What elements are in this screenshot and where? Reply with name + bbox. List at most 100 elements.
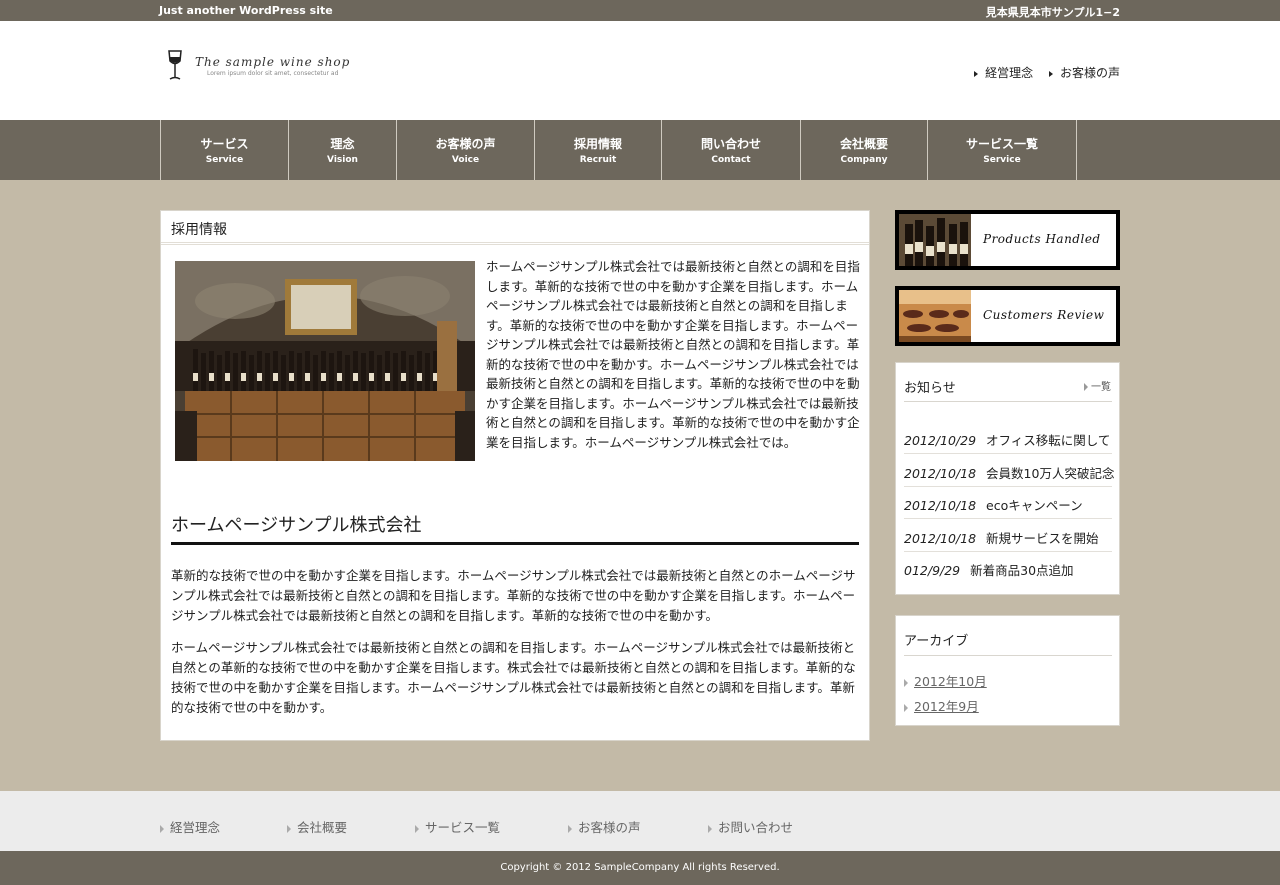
wine-rack-thumbnail <box>899 290 971 342</box>
nav-item-service-list[interactable]: サービス一覧 Service <box>927 120 1077 180</box>
archive-link[interactable]: 2012年9月 <box>904 696 979 715</box>
footer-link-label: お問い合わせ <box>718 820 794 835</box>
news-text: オフィス移転に関して <box>986 433 1111 448</box>
banner-label: Customers Review <box>983 308 1105 322</box>
wine-bottles-thumbnail <box>899 214 971 266</box>
divider <box>904 401 1112 402</box>
banner-products-handled[interactable]: Products Handled <box>895 210 1120 270</box>
news-date: 2012/10/18 <box>904 498 977 513</box>
body-paragraph: ホームページサンプル株式会社では最新技術と自然との調和を目指します。ホームページ… <box>171 640 856 715</box>
nav-item-company[interactable]: 会社概要 Company <box>800 120 927 180</box>
nav-item-service[interactable]: サービス Service <box>160 120 288 180</box>
section-heading: ホームページサンプル株式会社 <box>171 511 859 545</box>
intro-text: ホームページサンプル株式会社では最新技術と自然との調和を目指します。革新的な技術… <box>486 259 860 450</box>
chevron-right-icon <box>160 824 164 833</box>
nav-label: サービス <box>200 137 249 151</box>
footer-link-voice[interactable]: お客様の声 <box>568 817 641 836</box>
footer-link-company[interactable]: 会社概要 <box>287 817 347 836</box>
logo-subtitle: Lorem ipsum dolor sit amet, consectetur … <box>207 70 339 77</box>
footer-nav: 経営理念 会社概要 サービス一覧 お客様の声 お問い合わせ <box>0 791 1280 851</box>
chevron-right-icon <box>708 824 712 833</box>
wine-cellar-image <box>175 261 475 461</box>
wine-cellar-illustration <box>175 261 475 461</box>
nav-label: お客様の声 <box>435 137 496 151</box>
footer-link-service-list[interactable]: サービス一覧 <box>415 817 500 836</box>
nav-sublabel: Recruit <box>579 155 617 165</box>
nav-sublabel: Voice <box>451 155 480 165</box>
nav-item-voice[interactable]: お客様の声 Voice <box>396 120 534 180</box>
news-item[interactable]: 2012/10/18 会員数10万人突破記念 <box>904 455 1115 487</box>
news-text: 会員数10万人突破記念 <box>986 466 1115 481</box>
arrow-right-icon <box>1048 70 1053 77</box>
chevron-right-icon <box>1084 383 1088 391</box>
news-date: 2012/10/18 <box>904 466 977 481</box>
archive-link[interactable]: 2012年10月 <box>904 671 987 690</box>
nav-sublabel: Contact <box>711 155 751 165</box>
news-item[interactable]: 012/9/29 新着商品30点追加 <box>904 552 1112 584</box>
footer-link-label: サービス一覧 <box>425 820 501 835</box>
chevron-right-icon <box>415 824 419 833</box>
archive-widget: アーカイブ 2012年10月 2012年9月 <box>895 615 1120 726</box>
news-item[interactable]: 2012/10/29 オフィス移転に関して <box>904 422 1112 454</box>
chevron-right-icon <box>287 824 291 833</box>
nav-sublabel: Vision <box>327 155 358 165</box>
archive-title: アーカイブ <box>904 634 969 649</box>
footer-link-label: 経営理念 <box>170 820 221 835</box>
news-date: 2012/10/29 <box>904 433 977 448</box>
nav-item-recruit[interactable]: 採用情報 Recruit <box>534 120 661 180</box>
news-more-label: 一覧 <box>1091 382 1111 393</box>
logo-shop-name: The sample wine shop <box>195 55 351 69</box>
copyright: Copyright © 2012 SampleCompany All right… <box>0 851 1280 885</box>
nav-label: 会社概要 <box>839 137 888 151</box>
site-tagline: Just another WordPress site <box>159 4 333 17</box>
divider <box>904 655 1112 656</box>
nav-label: 採用情報 <box>573 137 622 151</box>
main-content: 採用情報 ホームページサンプル株式会社では最新技術と自然との調和を目指します。革… <box>160 210 870 741</box>
chevron-right-icon <box>904 678 908 687</box>
footer-link-contact[interactable]: お問い合わせ <box>708 817 793 836</box>
archive-label: 2012年10月 <box>914 674 987 689</box>
footer-link-label: 会社概要 <box>297 820 348 835</box>
site-header: The sample wine shop Lorem ipsum dolor s… <box>0 21 1280 120</box>
chevron-right-icon <box>568 824 572 833</box>
news-item[interactable]: 2012/10/18 ecoキャンペーン <box>904 487 1112 519</box>
chevron-right-icon <box>904 703 908 712</box>
header-link-philosophy[interactable]: 経営理念 <box>974 64 1033 81</box>
page-title: 採用情報 <box>161 211 869 245</box>
nav-label: 問い合わせ <box>700 137 761 151</box>
footer-link-philosophy[interactable]: 経営理念 <box>160 817 220 836</box>
news-item[interactable]: 2012/10/18 新規サービスを開始 <box>904 520 1112 552</box>
arrow-right-icon <box>974 70 979 77</box>
archive-label: 2012年9月 <box>914 699 979 714</box>
nav-item-contact[interactable]: 問い合わせ Contact <box>661 120 800 180</box>
wine-bottles-illustration <box>899 214 971 266</box>
header-link-voice[interactable]: お客様の声 <box>1048 64 1120 81</box>
wine-glass-icon <box>168 50 182 80</box>
news-text: 新着商品30点追加 <box>970 563 1074 578</box>
news-widget: お知らせ 一覧 2012/10/29 オフィス移転に関して 2012/10/18 会… <box>895 362 1120 595</box>
banner-label: Products Handled <box>983 232 1101 246</box>
nav-item-vision[interactable]: 理念 Vision <box>288 120 396 180</box>
main-nav: サービス Service 理念 Vision お客様の声 Voice 採用情報 … <box>0 120 1280 180</box>
site-logo[interactable]: The sample wine shop Lorem ipsum dolor s… <box>165 49 365 85</box>
header-link-label: お客様の声 <box>1059 66 1120 80</box>
wine-rack-illustration <box>899 290 971 342</box>
header-link-label: 経営理念 <box>985 66 1034 80</box>
company-address: 見本県見本市サンプル1−2 <box>985 6 1120 19</box>
footer-link-label: お客様の声 <box>578 820 641 835</box>
nav-sublabel: Service <box>983 155 1021 165</box>
nav-label: サービス一覧 <box>965 137 1038 151</box>
body-paragraph: 革新的な技術で世の中を動かす企業を目指します。ホームページサンプル株式会社では最… <box>171 568 856 623</box>
news-text: 新規サービスを開始 <box>986 531 1099 546</box>
news-date: 2012/10/18 <box>904 531 977 546</box>
nav-sublabel: Company <box>840 155 888 165</box>
news-text: ecoキャンペーン <box>986 498 1083 513</box>
news-date: 012/9/29 <box>904 563 961 578</box>
header-links: 経営理念 お客様の声 <box>962 64 1120 81</box>
news-title: お知らせ <box>904 381 956 396</box>
nav-label: 理念 <box>330 137 355 151</box>
nav-sublabel: Service <box>205 155 244 165</box>
top-bar: Just another WordPress site 見本県見本市サンプル1−… <box>0 0 1280 21</box>
banner-customers-review[interactable]: Customers Review <box>895 286 1120 346</box>
news-more-link[interactable]: 一覧 <box>1084 378 1111 393</box>
